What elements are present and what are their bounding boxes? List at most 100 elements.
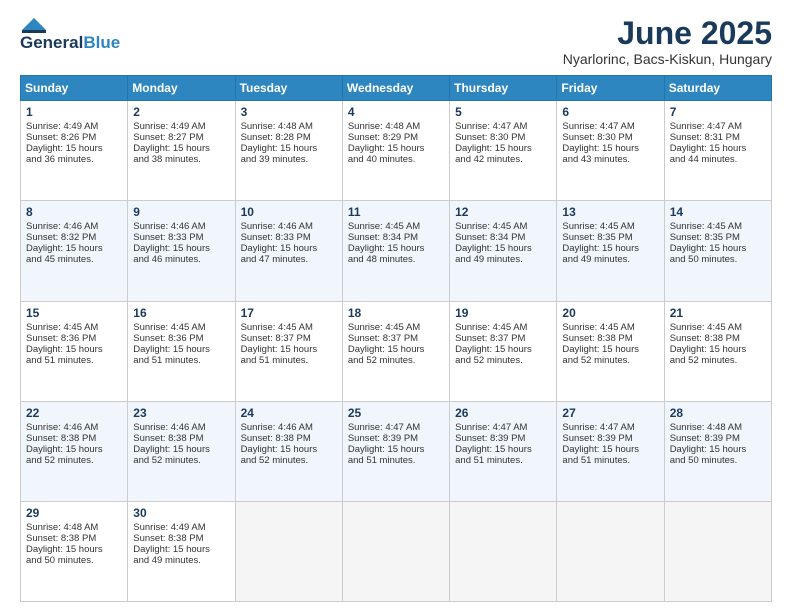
cell-line2: Sunset: 8:37 PM	[241, 333, 311, 344]
cell-line4: and 52 minutes.	[562, 355, 630, 366]
cell-line1: Sunrise: 4:45 AM	[348, 322, 420, 333]
cell-line2: Sunset: 8:39 PM	[348, 433, 418, 444]
table-row: 10 Sunrise: 4:46 AM Sunset: 8:33 PM Dayl…	[235, 201, 342, 301]
cell-line4: and 40 minutes.	[348, 154, 416, 165]
cell-line1: Sunrise: 4:45 AM	[562, 322, 634, 333]
cell-line1: Sunrise: 4:46 AM	[241, 422, 313, 433]
cell-line2: Sunset: 8:31 PM	[670, 132, 740, 143]
cell-line3: Daylight: 15 hours	[562, 243, 639, 254]
table-row: 3 Sunrise: 4:48 AM Sunset: 8:28 PM Dayli…	[235, 101, 342, 201]
day-number: 27	[562, 406, 658, 420]
day-number: 11	[348, 205, 444, 219]
cell-line3: Daylight: 15 hours	[455, 344, 532, 355]
cell-line1: Sunrise: 4:45 AM	[241, 322, 313, 333]
cell-line4: and 52 minutes.	[455, 355, 523, 366]
cell-line4: and 49 minutes.	[133, 555, 201, 566]
day-number: 14	[670, 205, 766, 219]
cell-line2: Sunset: 8:27 PM	[133, 132, 203, 143]
cell-line4: and 49 minutes.	[455, 254, 523, 265]
day-number: 9	[133, 205, 229, 219]
cell-line2: Sunset: 8:33 PM	[241, 232, 311, 243]
cell-line4: and 51 minutes.	[348, 455, 416, 466]
cell-line1: Sunrise: 4:49 AM	[133, 121, 205, 132]
table-row: 13 Sunrise: 4:45 AM Sunset: 8:35 PM Dayl…	[557, 201, 664, 301]
cell-line4: and 38 minutes.	[133, 154, 201, 165]
cell-line3: Daylight: 15 hours	[562, 143, 639, 154]
day-number: 4	[348, 105, 444, 119]
cell-line1: Sunrise: 4:45 AM	[562, 221, 634, 232]
day-number: 22	[26, 406, 122, 420]
table-row: 26 Sunrise: 4:47 AM Sunset: 8:39 PM Dayl…	[450, 401, 557, 501]
cell-line3: Daylight: 15 hours	[241, 143, 318, 154]
cell-line2: Sunset: 8:32 PM	[26, 232, 96, 243]
day-number: 1	[26, 105, 122, 119]
cell-line1: Sunrise: 4:46 AM	[26, 221, 98, 232]
cell-line4: and 50 minutes.	[670, 455, 738, 466]
cell-line2: Sunset: 8:29 PM	[348, 132, 418, 143]
cell-line2: Sunset: 8:38 PM	[26, 533, 96, 544]
cell-line2: Sunset: 8:38 PM	[133, 433, 203, 444]
table-row: 9 Sunrise: 4:46 AM Sunset: 8:33 PM Dayli…	[128, 201, 235, 301]
cell-line3: Daylight: 15 hours	[26, 143, 103, 154]
cell-line1: Sunrise: 4:47 AM	[562, 121, 634, 132]
cell-line3: Daylight: 15 hours	[348, 344, 425, 355]
day-number: 18	[348, 306, 444, 320]
week-row-2: 8 Sunrise: 4:46 AM Sunset: 8:32 PM Dayli…	[21, 201, 772, 301]
day-number: 10	[241, 205, 337, 219]
cell-line3: Daylight: 15 hours	[348, 143, 425, 154]
cell-line1: Sunrise: 4:48 AM	[241, 121, 313, 132]
week-row-1: 1 Sunrise: 4:49 AM Sunset: 8:26 PM Dayli…	[21, 101, 772, 201]
cell-line2: Sunset: 8:39 PM	[455, 433, 525, 444]
table-row: 17 Sunrise: 4:45 AM Sunset: 8:37 PM Dayl…	[235, 301, 342, 401]
cell-line1: Sunrise: 4:47 AM	[562, 422, 634, 433]
cell-line3: Daylight: 15 hours	[133, 344, 210, 355]
cell-line3: Daylight: 15 hours	[26, 444, 103, 455]
cell-line4: and 43 minutes.	[562, 154, 630, 165]
day-number: 23	[133, 406, 229, 420]
cell-line3: Daylight: 15 hours	[670, 243, 747, 254]
day-number: 5	[455, 105, 551, 119]
header-wednesday: Wednesday	[342, 76, 449, 101]
cell-line4: and 51 minutes.	[562, 455, 630, 466]
day-number: 17	[241, 306, 337, 320]
day-number: 15	[26, 306, 122, 320]
cell-line2: Sunset: 8:36 PM	[26, 333, 96, 344]
calendar-table: Sunday Monday Tuesday Wednesday Thursday…	[20, 75, 772, 602]
cell-line2: Sunset: 8:30 PM	[562, 132, 632, 143]
cell-line3: Daylight: 15 hours	[670, 143, 747, 154]
cell-line1: Sunrise: 4:46 AM	[26, 422, 98, 433]
cell-line1: Sunrise: 4:45 AM	[348, 221, 420, 232]
cell-line2: Sunset: 8:34 PM	[455, 232, 525, 243]
cell-line3: Daylight: 15 hours	[455, 143, 532, 154]
table-row: 21 Sunrise: 4:45 AM Sunset: 8:38 PM Dayl…	[664, 301, 771, 401]
cell-line3: Daylight: 15 hours	[26, 544, 103, 555]
cell-line4: and 42 minutes.	[455, 154, 523, 165]
cell-line3: Daylight: 15 hours	[26, 243, 103, 254]
cell-line4: and 47 minutes.	[241, 254, 309, 265]
table-row: 11 Sunrise: 4:45 AM Sunset: 8:34 PM Dayl…	[342, 201, 449, 301]
cell-line1: Sunrise: 4:46 AM	[133, 221, 205, 232]
cell-line3: Daylight: 15 hours	[455, 444, 532, 455]
cell-line1: Sunrise: 4:48 AM	[670, 422, 742, 433]
table-row: 23 Sunrise: 4:46 AM Sunset: 8:38 PM Dayl…	[128, 401, 235, 501]
header-friday: Friday	[557, 76, 664, 101]
day-number: 21	[670, 306, 766, 320]
cell-line1: Sunrise: 4:45 AM	[26, 322, 98, 333]
cell-line2: Sunset: 8:26 PM	[26, 132, 96, 143]
cell-line2: Sunset: 8:39 PM	[670, 433, 740, 444]
cell-line1: Sunrise: 4:49 AM	[133, 522, 205, 533]
cell-line1: Sunrise: 4:46 AM	[133, 422, 205, 433]
cell-line1: Sunrise: 4:45 AM	[670, 322, 742, 333]
cell-line1: Sunrise: 4:46 AM	[241, 221, 313, 232]
cell-line3: Daylight: 15 hours	[455, 243, 532, 254]
cell-line4: and 36 minutes.	[26, 154, 94, 165]
cell-line4: and 52 minutes.	[133, 455, 201, 466]
table-row: 22 Sunrise: 4:46 AM Sunset: 8:38 PM Dayl…	[21, 401, 128, 501]
cell-line3: Daylight: 15 hours	[241, 444, 318, 455]
table-row-empty	[664, 501, 771, 601]
cell-line4: and 51 minutes.	[133, 355, 201, 366]
location: Nyarlorinc, Bacs-Kiskun, Hungary	[563, 51, 772, 67]
cell-line1: Sunrise: 4:45 AM	[670, 221, 742, 232]
cell-line4: and 51 minutes.	[455, 455, 523, 466]
cell-line4: and 48 minutes.	[348, 254, 416, 265]
